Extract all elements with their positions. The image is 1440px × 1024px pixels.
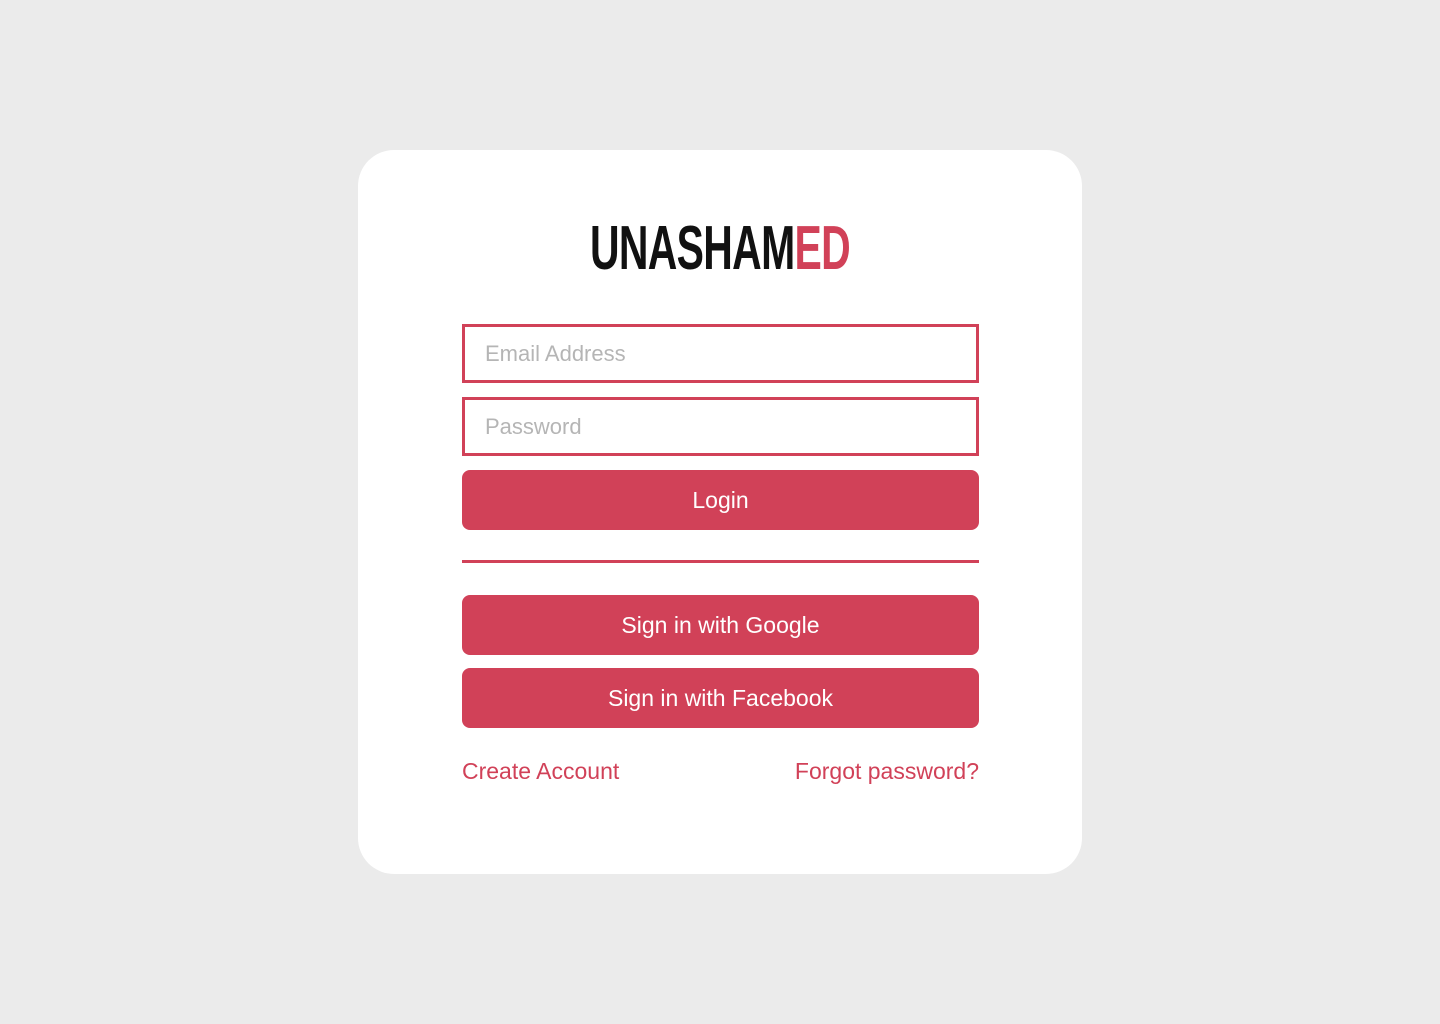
brand-logo: UNASHAMED	[358, 218, 1082, 282]
forgot-password-link[interactable]: Forgot password?	[795, 758, 979, 785]
login-button[interactable]: Login	[462, 470, 979, 530]
password-input[interactable]	[462, 397, 979, 456]
brand-logo-text: UNASHAMED	[590, 218, 851, 280]
login-card: UNASHAMED Login Sign in with Google Sign…	[358, 150, 1082, 874]
facebook-signin-button[interactable]: Sign in with Facebook	[462, 668, 979, 728]
create-account-link[interactable]: Create Account	[462, 758, 619, 785]
brand-logo-accent: ED	[794, 214, 851, 283]
brand-logo-dark: UNASHAM	[589, 214, 795, 283]
google-signin-button[interactable]: Sign in with Google	[462, 595, 979, 655]
divider	[462, 560, 979, 563]
email-input[interactable]	[462, 324, 979, 383]
